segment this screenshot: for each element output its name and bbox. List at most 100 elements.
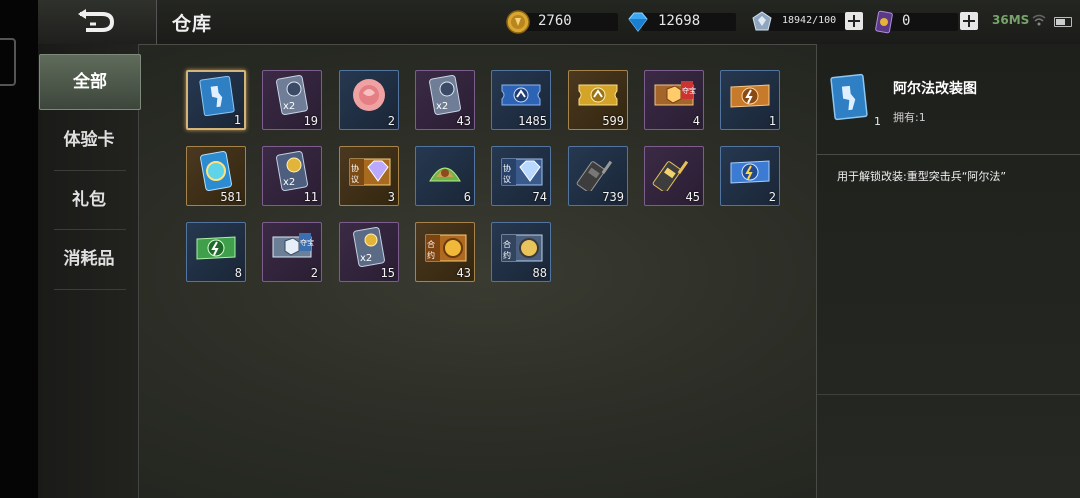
treasure-ticket-icon: 夺宝 — [654, 81, 696, 106]
blue-lightning-card-icon — [730, 160, 770, 184]
agreement-diamond-blue-icon: 协议 — [501, 158, 543, 186]
item-quantity: 3 — [387, 190, 395, 204]
detail-item-name: 阿尔法改装图 — [893, 81, 977, 97]
agreement-diamond-icon: 协议 — [349, 158, 391, 186]
double-exp-card-icon: x2 — [276, 75, 308, 115]
crystal-value: 18942/100 — [782, 15, 837, 26]
svg-text:合: 合 — [427, 239, 435, 249]
item-quantity: 599 — [602, 114, 624, 128]
inventory-item-slot[interactable]: 合约 88 — [491, 222, 551, 282]
soldier-blueprint-icon — [199, 76, 235, 116]
double-exp-card-icon: x2 — [429, 75, 461, 115]
green-lightning-card-icon — [196, 236, 236, 260]
item-quantity: 1 — [233, 113, 241, 127]
inventory-item-slot[interactable]: 45 — [644, 146, 704, 206]
purple-card-value: 0 — [902, 13, 911, 29]
gold-coin-value: 2760 — [538, 13, 572, 29]
gold-double-card-icon: x2 — [276, 151, 308, 191]
walkie-talkie-icon — [576, 160, 613, 191]
inventory-item-slot[interactable]: x2 15 — [339, 222, 399, 282]
detail-description: 用于解锁改装:重型突击兵“阿尔法” — [837, 170, 1007, 183]
warehouse-screen: 仓库 2760 12698 18942/100 0 36MS 全部 体验卡 礼包… — [0, 0, 1080, 498]
globe-card-icon — [200, 151, 232, 191]
svg-text:约: 约 — [503, 250, 511, 260]
svg-text:x2: x2 — [283, 101, 295, 112]
inventory-item-slot[interactable]: 8 — [186, 222, 246, 282]
inventory-item-slot[interactable]: x2 19 — [262, 70, 322, 130]
item-quantity: 1 — [768, 114, 776, 128]
detail-owned-count: 拥有:1 — [893, 111, 926, 124]
inventory-item-slot[interactable]: 夺宝 2 — [262, 222, 322, 282]
item-quantity: 88 — [532, 266, 547, 280]
item-quantity: 6 — [463, 190, 471, 204]
blue-ticket-icon — [501, 84, 541, 106]
hex-frame-icon — [0, 38, 16, 86]
svg-text:协: 协 — [351, 163, 359, 173]
item-detail-panel: 1 阿尔法改装图 拥有:1 用于解锁改装:重型突击兵“阿尔法” — [816, 44, 1080, 498]
tab-gift-packs[interactable]: 礼包 — [40, 173, 138, 227]
inventory-item-slot[interactable]: 合约 43 — [415, 222, 475, 282]
inventory-item-slot[interactable]: 1 — [720, 70, 780, 130]
inventory-item-slot[interactable]: 夺宝 4 — [644, 70, 704, 130]
svg-text:协: 协 — [503, 163, 511, 173]
item-quantity: 2 — [387, 114, 395, 128]
tab-divider — [54, 229, 126, 230]
back-button[interactable] — [38, 0, 157, 44]
category-sidebar: 全部 体验卡 礼包 消耗品 — [38, 44, 141, 498]
signal-icon — [1032, 14, 1046, 26]
detail-quantity: 1 — [874, 115, 881, 128]
svg-text:约: 约 — [427, 250, 435, 260]
inventory-item-slot[interactable]: 2 — [720, 146, 780, 206]
svg-text:x2: x2 — [283, 177, 295, 188]
svg-text:x2: x2 — [436, 101, 448, 112]
item-quantity: 581 — [220, 190, 242, 204]
purple-card-bar — [888, 13, 958, 31]
inventory-item-slot[interactable]: 协议 74 — [491, 146, 551, 206]
inventory-item-slot[interactable]: 1485 — [491, 70, 551, 130]
detail-divider — [817, 154, 1080, 155]
inventory-item-slot[interactable]: x2 11 — [262, 146, 322, 206]
inventory-item-slot[interactable]: 1 — [186, 70, 246, 130]
inventory-item-slot[interactable]: 581 — [186, 146, 246, 206]
contract-gold-icon: 合约 — [425, 234, 467, 262]
svg-text:议: 议 — [503, 175, 511, 184]
tab-all[interactable]: 全部 — [39, 54, 141, 110]
device-edge — [0, 0, 38, 498]
diamond-value: 12698 — [658, 13, 701, 29]
item-quantity: 2 — [310, 266, 318, 280]
crystal-add-button[interactable] — [845, 12, 863, 30]
svg-text:夺宝: 夺宝 — [300, 238, 314, 247]
item-quantity: 1485 — [518, 114, 547, 128]
item-quantity: 739 — [602, 190, 624, 204]
zongzi-icon — [429, 167, 461, 182]
inventory-item-slot[interactable]: 599 — [568, 70, 628, 130]
svg-text:x2: x2 — [360, 253, 372, 264]
purple-card-icon — [875, 10, 893, 34]
gold-coin-icon — [506, 10, 530, 34]
rose-icon — [353, 79, 385, 111]
item-quantity: 4 — [692, 114, 700, 128]
svg-text:夺宝: 夺宝 — [682, 86, 696, 95]
tab-trial-cards[interactable]: 体验卡 — [40, 113, 138, 167]
tab-divider — [54, 289, 126, 290]
orange-lightning-card-icon — [730, 84, 770, 108]
item-quantity: 8 — [234, 266, 242, 280]
inventory-item-slot[interactable]: 协议 3 — [339, 146, 399, 206]
tab-consumables[interactable]: 消耗品 — [40, 232, 138, 286]
item-quantity: 11 — [303, 190, 318, 204]
inventory-item-slot[interactable]: x2 43 — [415, 70, 475, 130]
soldier-blueprint-icon — [830, 73, 868, 121]
silver-treasure-ticket-icon: 夺宝 — [272, 233, 314, 258]
back-arrow-icon — [78, 9, 115, 32]
tab-divider — [54, 170, 126, 171]
item-quantity: 43 — [456, 114, 471, 128]
item-quantity: 15 — [380, 266, 395, 280]
svg-text:合: 合 — [503, 239, 511, 249]
inventory-item-slot[interactable]: 6 — [415, 146, 475, 206]
page-title: 仓库 — [172, 13, 213, 35]
item-quantity: 2 — [768, 190, 776, 204]
inventory-item-slot[interactable]: 2 — [339, 70, 399, 130]
inventory-item-slot[interactable]: 739 — [568, 146, 628, 206]
crystal-icon — [752, 11, 772, 31]
purple-card-add-button[interactable] — [960, 12, 978, 30]
